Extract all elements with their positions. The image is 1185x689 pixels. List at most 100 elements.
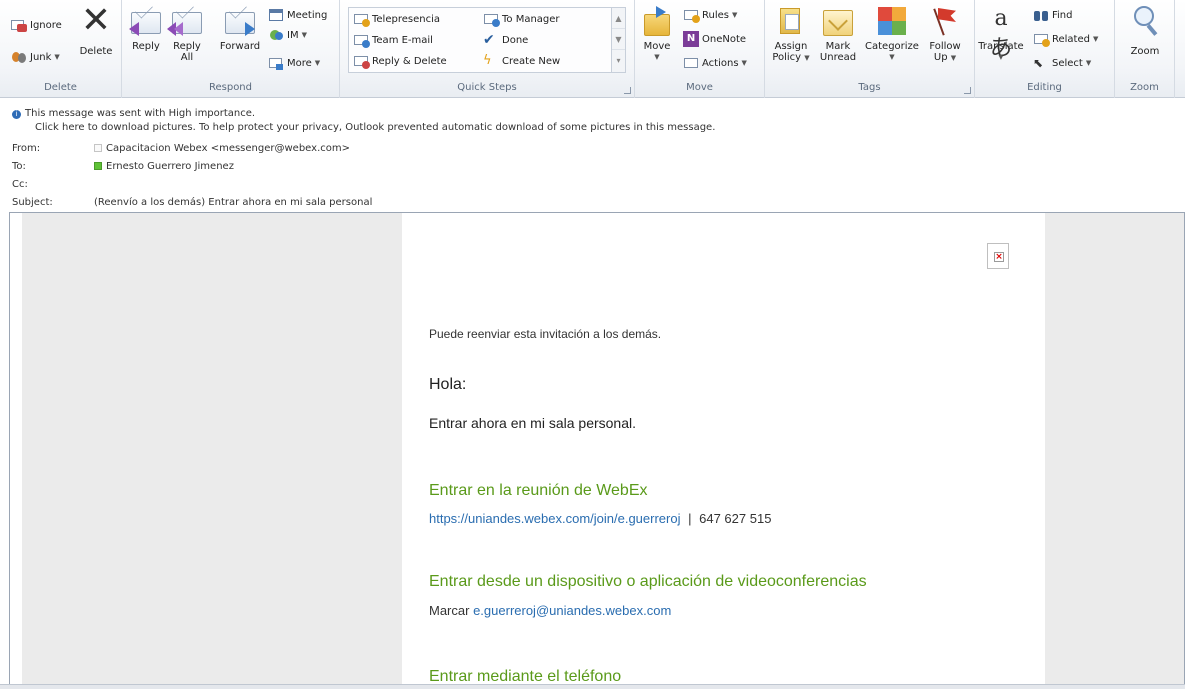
mark-unread-button[interactable]: Mark Unread [815,4,861,63]
im-button[interactable]: IM ▼ [268,26,307,44]
editing-group: aあ Translate ▼ Find Related ▼ ⬉ Select ▼… [975,0,1115,98]
cursor-icon: ⬉ [1033,56,1044,70]
quick-steps-launcher-icon[interactable] [624,87,631,94]
importance-notice: i This message was sent with High importa… [12,108,255,119]
forward-icon [223,4,257,38]
more-respond-icon [268,55,284,71]
onenote-icon: N [683,31,699,47]
forward-button[interactable]: Forward [218,4,262,52]
video-address-link[interactable]: e.guerreroj@uniandes.webex.com [473,603,671,618]
magnifier-icon [1128,4,1162,38]
reply-delete-icon [353,53,370,69]
horizontal-scrollbar[interactable] [0,684,1185,689]
presence-available-icon [94,162,102,170]
im-icon [268,27,284,43]
binoculars-icon [1033,7,1049,23]
move-button[interactable]: Move ▼ [639,4,675,63]
expand-gallery-icon[interactable]: ▾ [612,50,625,71]
zoom-group-label: Zoom [1130,82,1159,93]
quickstep-done[interactable]: ✔ Done [483,31,528,49]
message-header: i This message was sent with High importa… [0,99,1185,212]
join-meeting-link[interactable]: https://uniandes.webex.com/join/e.guerre… [429,511,680,526]
assign-policy-button[interactable]: Assign Policy ▼ [769,4,813,64]
from-address[interactable]: Capacitacion Webex <messenger@webex.com> [106,143,350,154]
respond-group-label: Respond [208,82,252,93]
more-button[interactable]: More ▼ [268,54,320,72]
rules-button[interactable]: Rules ▼ [683,6,737,24]
chevron-down-icon: ▼ [950,54,957,62]
join-meeting-heading: Entrar en la reunión de WebEx [429,482,648,499]
related-icon [1033,31,1050,47]
quickstep-create-new[interactable]: ϟ Create New [483,52,560,70]
join-line: https://uniandes.webex.com/join/e.guerre… [429,511,771,526]
translate-button[interactable]: aあ Translate ▼ [977,4,1025,63]
scroll-up-icon[interactable]: ▲ [612,8,625,29]
onenote-button[interactable]: N OneNote [683,30,746,48]
join-separator: | [688,511,692,526]
related-button[interactable]: Related ▼ [1033,30,1098,48]
delete-group: Ignore Junk ▼ ✕ Delete Delete [0,0,122,98]
categorize-button[interactable]: Categorize ▼ [863,4,921,63]
chevron-down-icon: ▼ [1085,59,1092,67]
translate-icon: aあ [989,6,1012,61]
tags-group-label: Tags [858,82,881,93]
reply-icon [129,4,163,38]
chevron-down-icon: ▼ [54,53,60,61]
download-pictures-bar[interactable]: Click here to download pictures. To help… [35,122,715,133]
intro-text: Entrar ahora en mi sala personal. [429,415,636,431]
categorize-icon [875,4,909,38]
quick-steps-scroller[interactable]: ▲ ▼ ▾ [611,8,625,72]
reply-all-icon [167,4,204,38]
presence-unknown-icon [94,144,102,152]
delete-button[interactable]: ✕ Delete [76,0,116,58]
respond-group: Reply Reply All Forward Meeting IM ▼ Mor… [122,0,340,98]
dial-label: Marcar [429,603,470,618]
lightning-icon: ϟ [483,53,492,68]
ribbon: Ignore Junk ▼ ✕ Delete Delete Reply Repl… [0,0,1185,98]
ignore-icon [11,17,27,33]
mark-unread-icon [821,4,855,38]
zoom-button[interactable]: Zoom [1123,4,1167,57]
policy-icon [774,4,808,38]
ignore-button[interactable]: Ignore [11,16,62,34]
junk-button[interactable]: Junk ▼ [11,48,60,66]
quick-steps-group-label: Quick Steps [457,82,517,93]
message-body[interactable]: × Puede reenviar esta invitación a los d… [9,212,1185,684]
phone-join-heading: Entrar mediante el teléfono [429,668,622,684]
dial-line: Marcar e.guerreroj@uniandes.webex.com [429,603,671,618]
reply-button[interactable]: Reply [128,4,164,52]
chevron-down-icon: ▼ [1092,35,1099,43]
select-button[interactable]: ⬉ Select ▼ [1033,54,1091,72]
meeting-button[interactable]: Meeting [268,6,327,24]
meeting-number: 647 627 515 [699,511,772,526]
team-email-icon [353,32,370,48]
quickstep-to-manager[interactable]: To Manager [483,10,560,28]
move-group-label: Move [686,82,713,93]
move-group: Move ▼ Rules ▼ N OneNote Actions ▼ Move [635,0,765,98]
tags-launcher-icon[interactable] [964,87,971,94]
delete-group-label: Delete [44,82,77,93]
broken-image-icon: × [994,252,1004,262]
tags-group: Assign Policy ▼ Mark Unread Categorize ▼ [765,0,975,98]
scroll-down-icon[interactable]: ▼ [612,29,625,50]
actions-button[interactable]: Actions ▼ [683,54,747,72]
follow-up-button[interactable]: Follow Up ▼ [925,4,965,64]
chevron-down-icon: ▼ [654,53,660,61]
to-recipient[interactable]: Ernesto Guerrero Jimenez [106,161,234,172]
quickstep-team-email[interactable]: Team E-mail [353,31,433,49]
reply-all-button[interactable]: Reply All [167,4,206,63]
flag-icon [928,4,962,38]
folder-move-icon [640,4,674,38]
blocked-image-placeholder[interactable]: × [987,243,1009,269]
rules-icon [683,7,700,23]
quickstep-envelope-icon [353,11,370,27]
find-button[interactable]: Find [1033,6,1073,24]
delete-x-icon: ✕ [80,0,112,41]
actions-icon [683,55,699,71]
chevron-down-icon: ▼ [731,11,738,19]
greeting: Hola: [429,376,467,393]
quickstep-reply-delete[interactable]: Reply & Delete [353,52,447,70]
checkmark-icon: ✔ [483,32,495,48]
quickstep-telepresencia[interactable]: Telepresencia [353,10,440,28]
chevron-down-icon: ▼ [889,53,895,61]
